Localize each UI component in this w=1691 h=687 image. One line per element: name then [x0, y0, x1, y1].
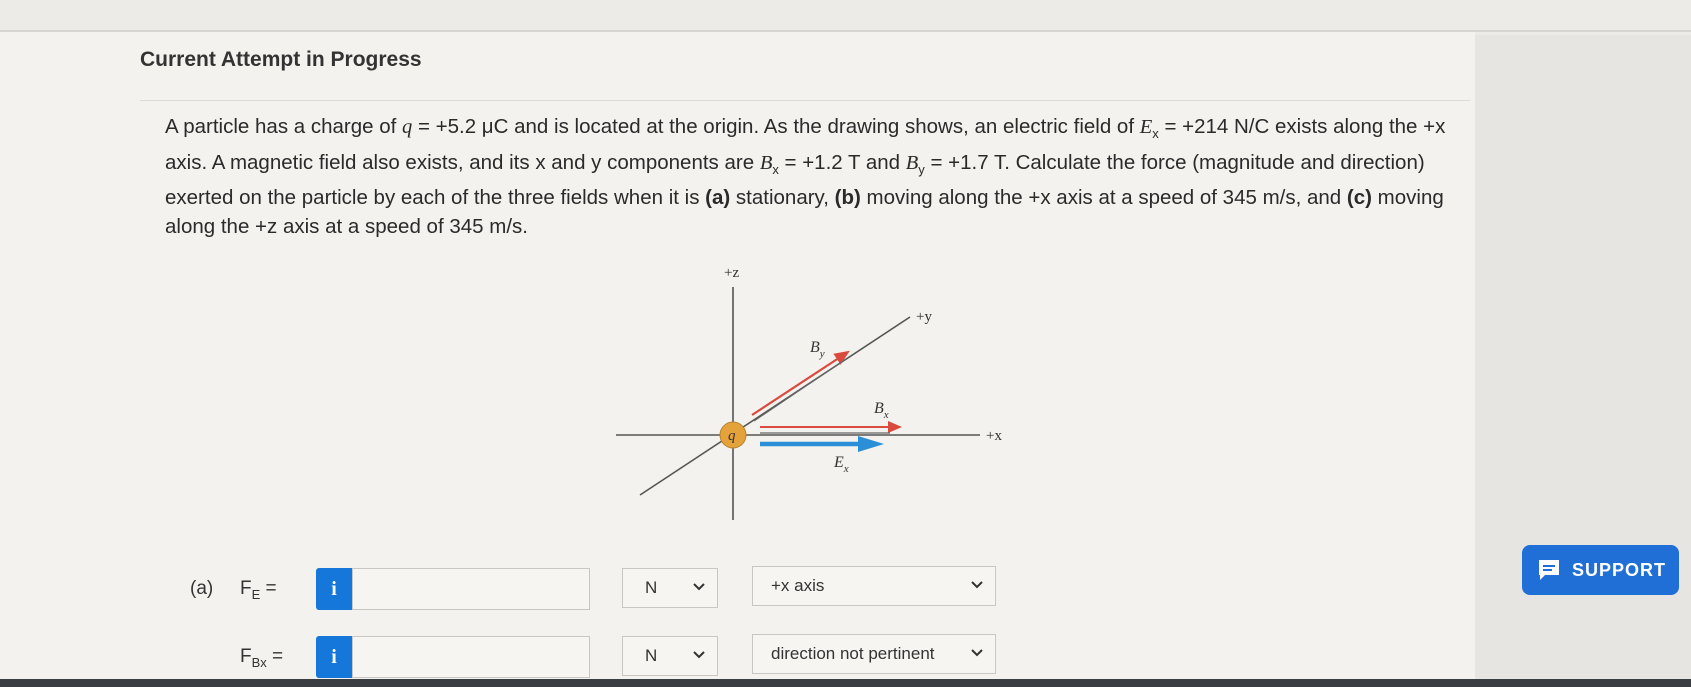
fbx-label: FBx = — [240, 646, 284, 670]
by-label: By — [810, 339, 825, 360]
fe-direction-select[interactable]: +x axis — [752, 566, 996, 606]
bx-label: Bx — [874, 400, 889, 421]
fe-info-button[interactable]: i — [316, 568, 352, 610]
fbx-answer-input[interactable] — [352, 636, 590, 678]
z-axis-label: +z — [724, 265, 739, 281]
chat-icon — [1539, 560, 1559, 580]
fe-answer-input[interactable] — [352, 568, 590, 610]
fbx-direction-select[interactable]: direction not pertinent — [752, 634, 996, 674]
y-axis — [639, 316, 911, 496]
fe-unit-value: N — [645, 578, 658, 597]
field-diagram: +z +x +y By Bx Ex q — [616, 265, 1002, 520]
charge-label: q — [728, 428, 736, 444]
support-button[interactable]: SUPPORT — [1522, 545, 1679, 595]
chevron-down-icon — [971, 649, 983, 657]
part-a-label: (a) — [190, 578, 214, 599]
fe-unit-select[interactable]: N — [622, 568, 718, 608]
problem-statement: A particle has a charge of q = +5.2 μC a… — [165, 115, 1446, 238]
ex-label: Ex — [833, 454, 849, 475]
by-vector-shadow — [753, 358, 847, 422]
chevron-down-icon — [971, 581, 983, 589]
by-vector — [751, 350, 850, 416]
chevron-down-icon — [693, 651, 705, 659]
fbx-direction-value: direction not pertinent — [771, 644, 935, 663]
support-label: SUPPORT — [1572, 559, 1667, 580]
fbx-unit-value: N — [645, 646, 658, 665]
x-axis-label: +x — [986, 428, 1002, 444]
taskbar-edge — [0, 679, 1691, 687]
fe-label: FE = — [240, 578, 277, 602]
y-axis-label: +y — [916, 309, 932, 325]
chevron-down-icon — [693, 583, 705, 591]
fbx-info-button[interactable]: i — [316, 636, 352, 678]
page-title: Current Attempt in Progress — [140, 48, 422, 71]
ex-arrowhead — [858, 436, 884, 452]
fbx-unit-select[interactable]: N — [622, 636, 718, 676]
fe-direction-value: +x axis — [771, 576, 825, 595]
title-divider — [140, 100, 1470, 101]
